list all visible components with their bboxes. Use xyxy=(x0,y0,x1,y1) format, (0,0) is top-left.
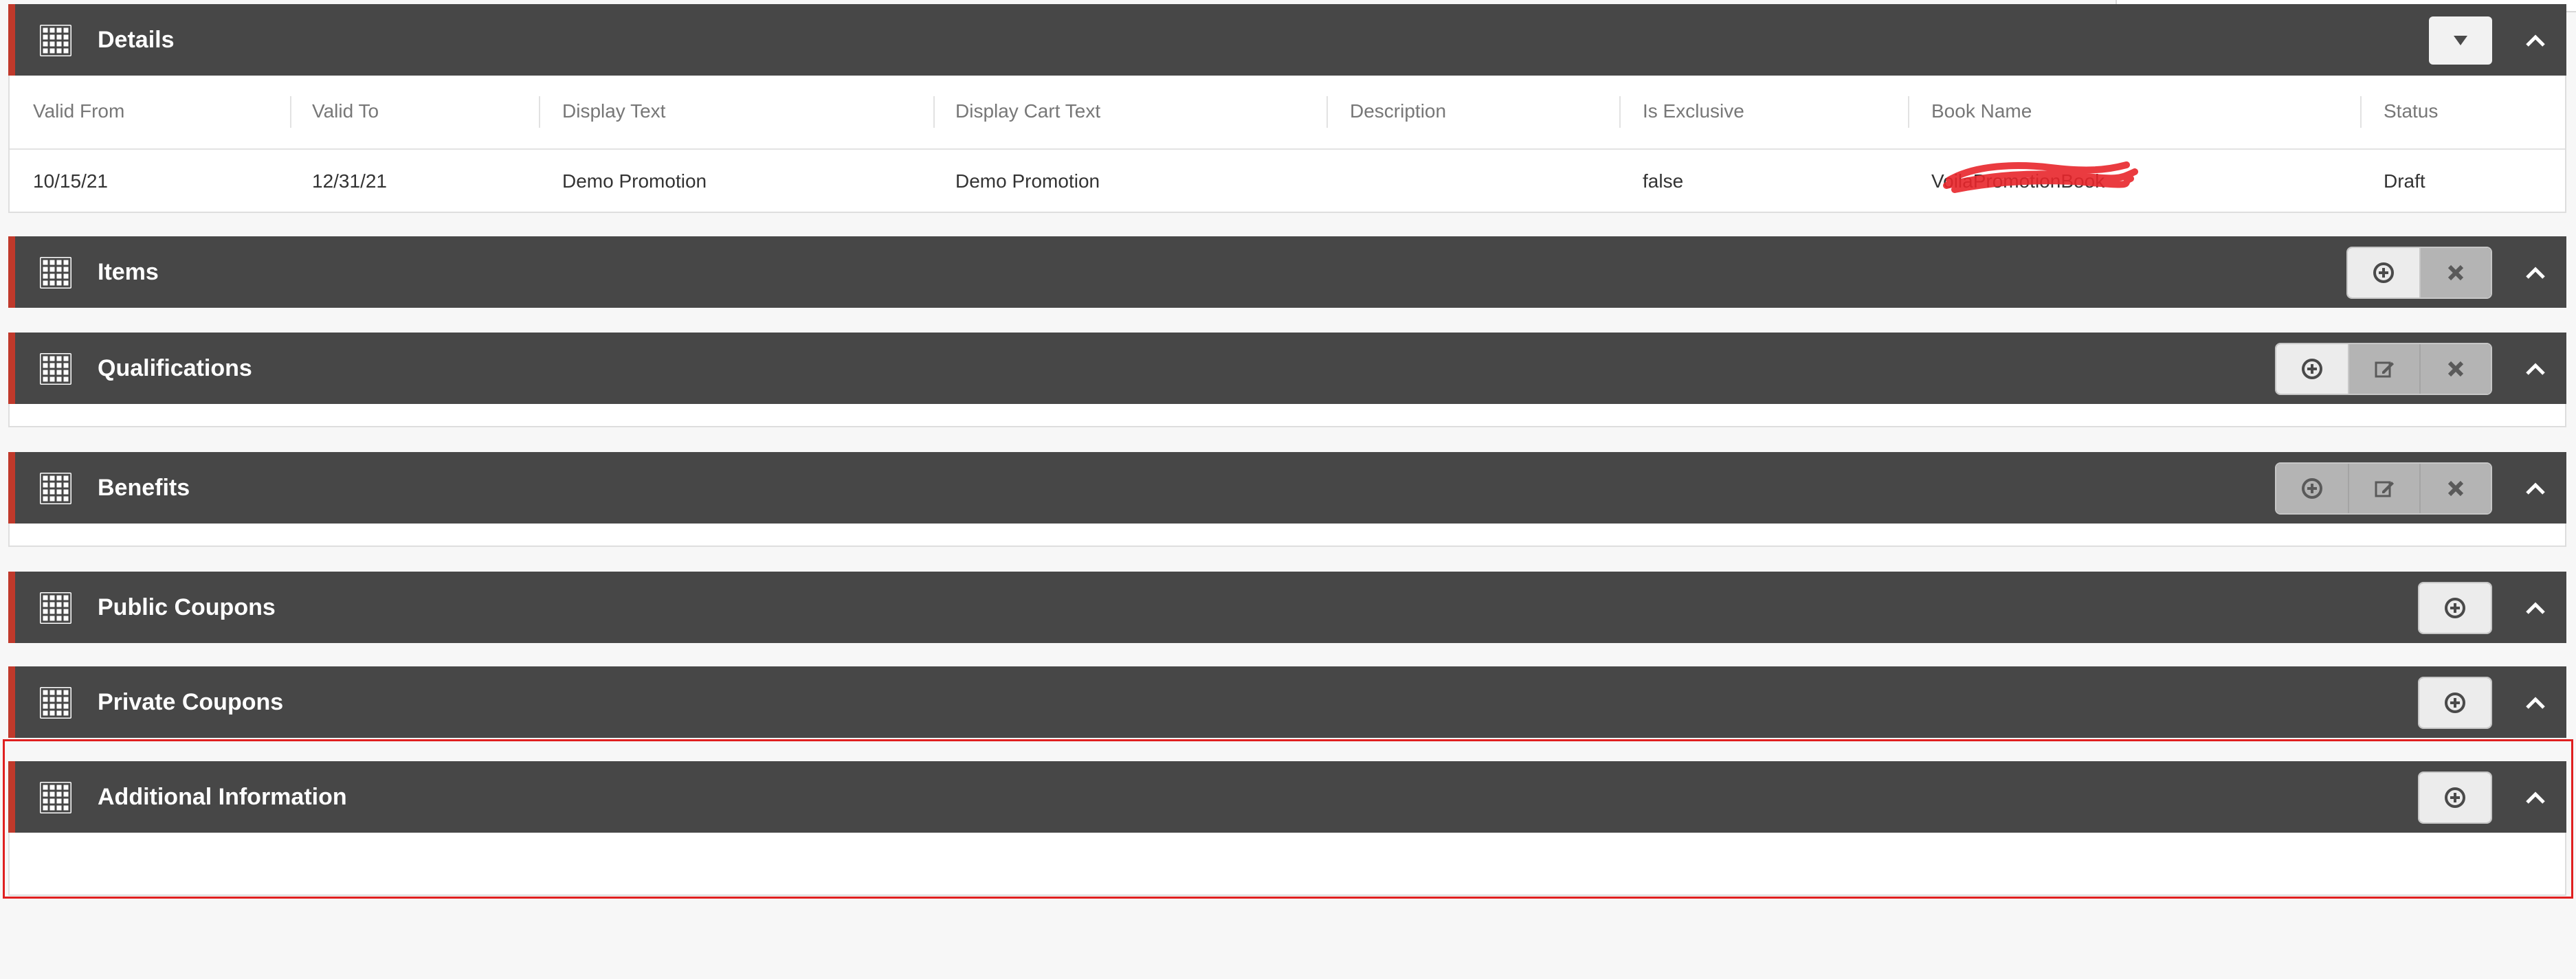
public-coupons-action-buttons xyxy=(2418,582,2492,634)
column-header-valid-to[interactable]: Valid To xyxy=(312,100,379,122)
plus-circle-icon xyxy=(2302,478,2322,499)
close-icon xyxy=(2447,361,2464,377)
chevron-up-icon xyxy=(2526,482,2545,495)
qualifications-panel-header: Qualifications xyxy=(8,333,2566,404)
benefits-action-buttons xyxy=(2275,462,2492,515)
additional-information-collapse-button[interactable] xyxy=(2520,782,2551,813)
cell-status: Draft xyxy=(2384,170,2425,192)
column-header-valid-from[interactable]: Valid From xyxy=(33,100,124,122)
add-private-coupon-button[interactable] xyxy=(2419,678,2491,728)
benefits-panel-header: Benefits xyxy=(8,452,2566,524)
items-action-buttons xyxy=(2346,247,2492,299)
benefits-panel-body xyxy=(8,524,2566,547)
qualifications-collapse-button[interactable] xyxy=(2520,353,2551,385)
column-divider xyxy=(933,96,935,128)
redaction-scribble xyxy=(1943,161,2138,193)
cell-is-exclusive: false xyxy=(1643,170,1684,192)
add-qualification-button[interactable] xyxy=(2276,344,2348,394)
additional-information-action-buttons xyxy=(2418,772,2492,824)
chevron-up-icon xyxy=(2526,791,2545,804)
panel-title-details: Details xyxy=(98,27,175,53)
chevron-up-icon xyxy=(2526,363,2545,375)
promotion-detail-page: Details Valid From Valid To Display Text… xyxy=(0,0,2576,979)
items-panel-header: Items xyxy=(8,236,2566,308)
column-header-description[interactable]: Description xyxy=(1350,100,1446,122)
private-coupons-action-buttons xyxy=(2418,677,2492,729)
column-header-display-text[interactable]: Display Text xyxy=(562,100,665,122)
plus-circle-icon xyxy=(2445,787,2465,808)
remove-qualification-button[interactable] xyxy=(2419,344,2491,394)
chevron-up-icon xyxy=(2526,34,2545,47)
details-dropdown-button[interactable] xyxy=(2429,16,2492,65)
column-header-is-exclusive[interactable]: Is Exclusive xyxy=(1643,100,1744,122)
panel-title-private-coupons: Private Coupons xyxy=(98,689,284,715)
details-collapse-button[interactable] xyxy=(2520,25,2551,56)
remove-benefit-button[interactable] xyxy=(2419,464,2491,513)
plus-circle-icon xyxy=(2445,598,2465,618)
column-divider xyxy=(290,96,291,128)
panel-title-public-coupons: Public Coupons xyxy=(98,594,276,620)
cell-valid-to: 12/31/21 xyxy=(312,170,387,192)
column-header-status[interactable]: Status xyxy=(2384,100,2438,122)
public-coupons-collapse-button[interactable] xyxy=(2520,592,2551,624)
chevron-up-icon xyxy=(2526,697,2545,709)
edit-benefit-button[interactable] xyxy=(2348,464,2419,513)
items-collapse-button[interactable] xyxy=(2520,257,2551,289)
grid-table-icon xyxy=(40,353,71,385)
cell-display-text: Demo Promotion xyxy=(562,170,707,192)
add-public-coupon-button[interactable] xyxy=(2419,583,2491,633)
column-divider xyxy=(1619,96,1621,128)
edit-icon xyxy=(2375,481,2394,497)
additional-information-panel-header: Additional Information xyxy=(8,761,2566,833)
grid-table-icon xyxy=(40,687,71,719)
panel-title-items: Items xyxy=(98,259,159,285)
close-icon xyxy=(2447,480,2464,497)
public-coupons-panel-header: Public Coupons xyxy=(8,572,2566,643)
panel-title-benefits: Benefits xyxy=(98,475,190,501)
column-header-book-name[interactable]: Book Name xyxy=(1931,100,2032,122)
column-header-display-cart-text[interactable]: Display Cart Text xyxy=(955,100,1100,122)
chevron-up-icon xyxy=(2526,267,2545,279)
plus-circle-icon xyxy=(2373,262,2394,283)
plus-circle-icon xyxy=(2445,693,2465,713)
qualifications-panel-body xyxy=(8,404,2566,427)
grid-table-icon xyxy=(40,257,71,289)
edit-qualification-button[interactable] xyxy=(2348,344,2419,394)
cell-display-cart-text: Demo Promotion xyxy=(955,170,1100,192)
add-benefit-button[interactable] xyxy=(2276,464,2348,513)
column-divider xyxy=(539,96,540,128)
benefits-collapse-button[interactable] xyxy=(2520,473,2551,504)
remove-item-button[interactable] xyxy=(2419,248,2491,297)
add-item-button[interactable] xyxy=(2348,248,2419,297)
details-table: Valid From Valid To Display Text Display… xyxy=(8,76,2566,213)
panel-title-qualifications: Qualifications xyxy=(98,355,252,381)
private-coupons-panel-header: Private Coupons xyxy=(8,666,2566,738)
chevron-up-icon xyxy=(2526,602,2545,614)
grid-table-icon xyxy=(40,592,71,624)
column-divider xyxy=(1908,96,1909,128)
qualifications-action-buttons xyxy=(2275,343,2492,395)
grid-table-icon xyxy=(40,25,71,56)
plus-circle-icon xyxy=(2302,359,2322,379)
private-coupons-collapse-button[interactable] xyxy=(2520,687,2551,719)
additional-information-panel-body xyxy=(8,833,2566,896)
details-table-header: Valid From Valid To Display Text Display… xyxy=(10,76,2565,150)
panel-title-additional-information: Additional Information xyxy=(98,784,347,810)
close-icon xyxy=(2447,265,2464,281)
grid-table-icon xyxy=(40,473,71,504)
column-divider xyxy=(1326,96,1328,128)
details-panel-header: Details xyxy=(8,4,2566,76)
cell-valid-from: 10/15/21 xyxy=(33,170,108,192)
edit-icon xyxy=(2375,361,2394,378)
column-divider xyxy=(2360,96,2362,128)
grid-table-icon xyxy=(40,782,71,813)
caret-down-icon xyxy=(2454,36,2467,45)
add-additional-information-button[interactable] xyxy=(2419,773,2491,822)
